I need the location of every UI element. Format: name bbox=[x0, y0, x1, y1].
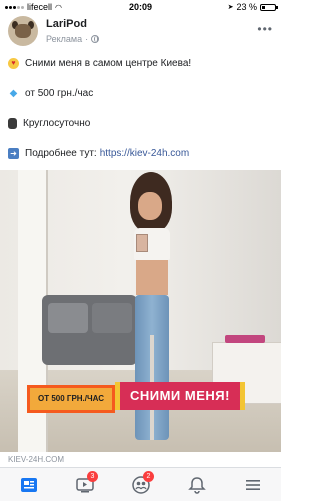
status-bar: lifecell ◠ 20:09 ➤ 23 % bbox=[0, 0, 281, 14]
image-banner: ОТ 500 ГРН./ЧАС СНИМИ МЕНЯ! bbox=[27, 382, 245, 413]
headline-banner: СНИМИ МЕНЯ! bbox=[114, 382, 245, 410]
news-feed-icon[interactable] bbox=[19, 475, 39, 495]
post-text-line: Подробнее тут: bbox=[25, 148, 97, 159]
post-line-3: Круглосуточно bbox=[8, 118, 90, 129]
groups-badge: 2 bbox=[143, 471, 154, 482]
post-text-line: Сними меня в самом центре Киева! bbox=[25, 58, 192, 69]
heart-eyes-emoji-icon: ♥ bbox=[8, 58, 19, 69]
diamond-emoji-icon: ◆ bbox=[9, 88, 18, 99]
post-text-line: Круглосуточно bbox=[23, 118, 91, 129]
watch-video-icon[interactable]: 3 bbox=[75, 471, 98, 495]
location-icon: ➤ bbox=[227, 4, 234, 11]
post-line-1: ♥ Сними меня в самом центре Киева! bbox=[8, 58, 191, 69]
avatar[interactable] bbox=[8, 16, 38, 46]
battery-icon bbox=[260, 3, 278, 11]
watch-emoji-icon bbox=[8, 118, 17, 129]
post-link[interactable]: https://kiev-24h.com bbox=[100, 148, 189, 159]
battery-percent: 23 % bbox=[236, 2, 257, 12]
status-right: ➤ 23 % bbox=[227, 2, 278, 12]
globe-icon bbox=[91, 35, 100, 43]
price-banner: ОТ 500 ГРН./ЧАС bbox=[27, 385, 115, 413]
watch-badge: 3 bbox=[87, 471, 98, 482]
post-image[interactable]: ОТ 500 ГРН./ЧАС СНИМИ МЕНЯ! bbox=[0, 170, 281, 452]
phone bbox=[136, 234, 148, 252]
notifications-bell-icon[interactable] bbox=[187, 475, 207, 495]
sponsored-label: Реклама bbox=[46, 34, 83, 44]
post-line-4: ➜ Подробнее тут: https://kiev-24h.com bbox=[8, 148, 189, 159]
groups-icon[interactable]: 2 bbox=[131, 471, 154, 495]
post-text-line: от 500 грн./час bbox=[25, 88, 94, 99]
post-meta: Реклама · bbox=[46, 34, 100, 44]
right-arrow-emoji-icon: ➜ bbox=[8, 148, 19, 159]
page-name[interactable]: LariPod bbox=[46, 18, 87, 30]
post-header: LariPod Реклама · ••• bbox=[8, 16, 273, 48]
tab-bar: 3 2 bbox=[0, 467, 281, 501]
link-caption[interactable]: KIEV-24H.COM bbox=[8, 455, 64, 464]
more-options-icon[interactable]: ••• bbox=[257, 22, 273, 36]
post-line-2: ◆ от 500 грн./час bbox=[8, 88, 94, 99]
menu-icon[interactable] bbox=[243, 475, 263, 495]
